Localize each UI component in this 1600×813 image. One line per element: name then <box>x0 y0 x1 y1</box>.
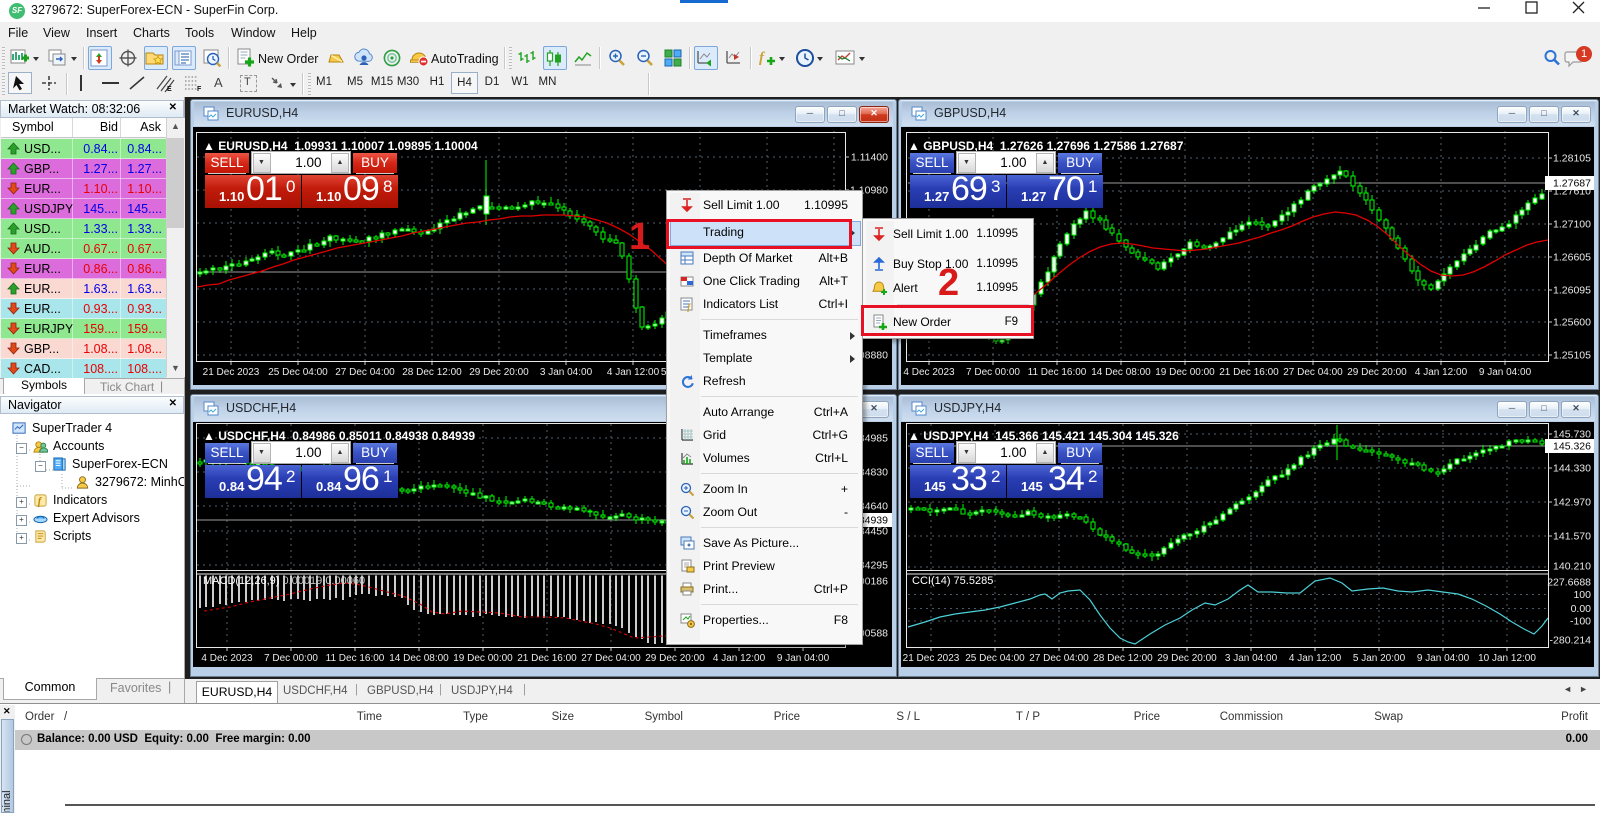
svg-text:21 Dec 2023: 21 Dec 2023 <box>903 653 960 664</box>
svg-text:27 Dec 04:00: 27 Dec 04:00 <box>1029 653 1089 664</box>
svg-text:4 Jan 12:00: 4 Jan 12:00 <box>607 367 660 378</box>
svg-text:9 Jan 04:00: 9 Jan 04:00 <box>777 653 830 664</box>
svg-text:29 Dec 20:00: 29 Dec 20:00 <box>645 653 705 664</box>
svg-text:7 Dec 00:00: 7 Dec 00:00 <box>264 653 318 664</box>
svg-text:1.25600: 1.25600 <box>1553 317 1591 329</box>
svg-text:9 Jan 04:00: 9 Jan 04:00 <box>1417 653 1470 664</box>
svg-text:144.330: 144.330 <box>1553 463 1591 475</box>
svg-text:145.326: 145.326 <box>1553 441 1591 453</box>
svg-text:-280.214: -280.214 <box>1550 635 1592 647</box>
svg-text:100: 100 <box>1573 589 1591 601</box>
svg-text:14 Dec 08:00: 14 Dec 08:00 <box>1091 367 1151 378</box>
svg-text:27 Dec 04:00: 27 Dec 04:00 <box>335 367 395 378</box>
svg-text:4 Jan 12:00: 4 Jan 12:00 <box>713 653 766 664</box>
svg-text:141.570: 141.570 <box>1553 531 1591 543</box>
svg-text:1.27100: 1.27100 <box>1553 219 1591 231</box>
svg-text:E: E <box>167 86 172 93</box>
svg-text:1.11400: 1.11400 <box>851 152 888 164</box>
svg-text:21 Dec 2023: 21 Dec 2023 <box>203 367 260 378</box>
svg-text:27 Dec 04:00: 27 Dec 04:00 <box>581 653 641 664</box>
svg-text:9 Jan 04:00: 9 Jan 04:00 <box>1479 367 1532 378</box>
svg-text:-100: -100 <box>1570 616 1591 628</box>
svg-text:19 Dec 00:00: 19 Dec 00:00 <box>453 653 513 664</box>
svg-text:29 Dec 20:00: 29 Dec 20:00 <box>1157 653 1217 664</box>
svg-text:0.00: 0.00 <box>1571 603 1592 615</box>
svg-text:f: f <box>759 50 766 66</box>
svg-text:4 Jan 12:00: 4 Jan 12:00 <box>1415 367 1468 378</box>
svg-text:F: F <box>197 86 202 93</box>
svg-text:142.970: 142.970 <box>1553 497 1591 509</box>
svg-text:11 Dec 16:00: 11 Dec 16:00 <box>1028 367 1087 378</box>
svg-text:25 Dec 04:00: 25 Dec 04:00 <box>965 653 1025 664</box>
svg-text:1.26095: 1.26095 <box>1553 285 1591 297</box>
svg-text:28 Dec 12:00: 28 Dec 12:00 <box>1093 653 1153 664</box>
svg-text:1.25105: 1.25105 <box>1553 350 1591 362</box>
svg-text:1.28105: 1.28105 <box>1553 153 1591 165</box>
svg-text:28 Dec 12:00: 28 Dec 12:00 <box>402 367 462 378</box>
svg-text:29 Dec 20:00: 29 Dec 20:00 <box>1347 367 1407 378</box>
svg-text:1.27687: 1.27687 <box>1553 178 1591 190</box>
svg-text:140.210: 140.210 <box>1553 561 1591 573</box>
svg-text:4 Dec 2023: 4 Dec 2023 <box>201 653 253 664</box>
svg-text:MACD(12,26,9) 0.00019 0.00060: MACD(12,26,9) 0.00019 0.00060 <box>203 575 365 587</box>
svg-text:21 Dec 16:00: 21 Dec 16:00 <box>1219 367 1279 378</box>
svg-text:145.730: 145.730 <box>1553 429 1591 441</box>
svg-text:4 Dec 2023: 4 Dec 2023 <box>903 367 955 378</box>
svg-text:11 Dec 16:00: 11 Dec 16:00 <box>326 653 385 664</box>
svg-text:25 Dec 04:00: 25 Dec 04:00 <box>268 367 328 378</box>
svg-text:4 Jan 12:00: 4 Jan 12:00 <box>1289 653 1342 664</box>
svg-text:CCI(14) 75.5285: CCI(14) 75.5285 <box>912 575 993 587</box>
svg-text:10 Jan 12:00: 10 Jan 12:00 <box>1478 653 1536 664</box>
svg-text:3 Jan 04:00: 3 Jan 04:00 <box>540 367 593 378</box>
svg-text:27 Dec 04:00: 27 Dec 04:00 <box>1283 367 1343 378</box>
svg-text:1.26605: 1.26605 <box>1553 252 1591 264</box>
svg-text:7 Dec 00:00: 7 Dec 00:00 <box>966 367 1020 378</box>
svg-text:5 Jan 20:00: 5 Jan 20:00 <box>1353 653 1406 664</box>
svg-text:227.6688: 227.6688 <box>1547 577 1591 589</box>
svg-text:29 Dec 20:00: 29 Dec 20:00 <box>469 367 529 378</box>
svg-text:21 Dec 16:00: 21 Dec 16:00 <box>517 653 577 664</box>
svg-text:3 Jan 04:00: 3 Jan 04:00 <box>1225 653 1278 664</box>
svg-text:19 Dec 00:00: 19 Dec 00:00 <box>1155 367 1215 378</box>
svg-text:14 Dec 08:00: 14 Dec 08:00 <box>389 653 449 664</box>
